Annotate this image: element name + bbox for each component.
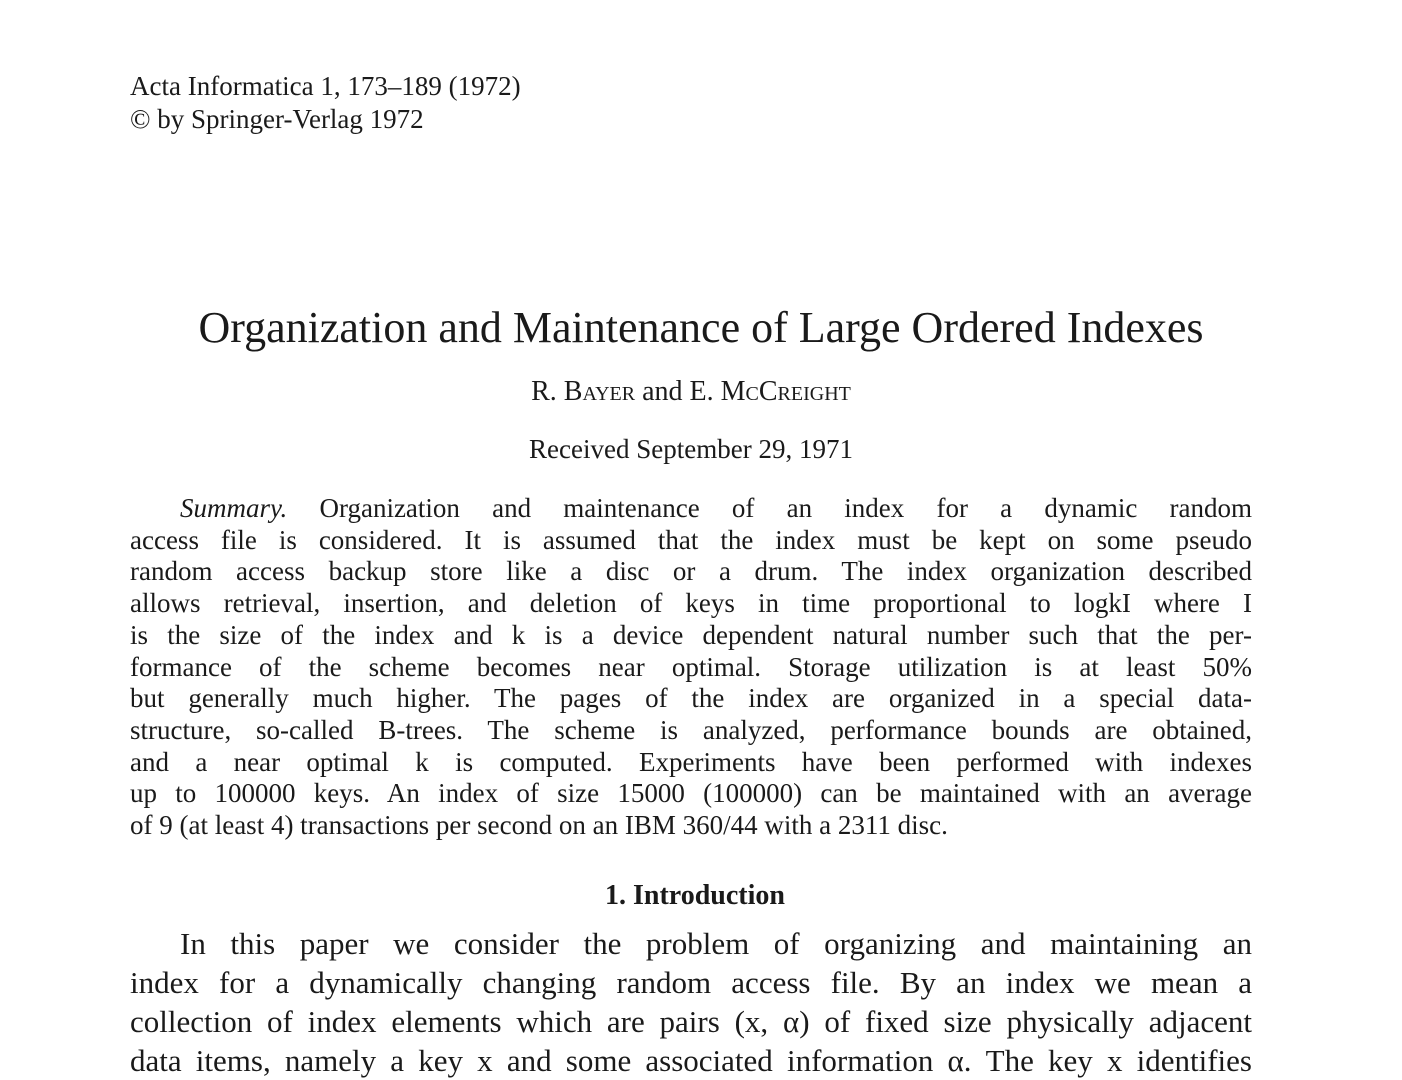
introduction-body: In this paper we consider the problem of… (130, 924, 1252, 1080)
intro-line: data items, namely a key x and some asso… (130, 1043, 1252, 1078)
journal-header: Acta Informatica 1, 173–189 (1972) © by … (130, 70, 521, 136)
author-conjunction: and (642, 376, 683, 407)
summary-text: Organization and maintenance of an index… (319, 493, 1252, 523)
summary-line: structure, so-called B-trees. The scheme… (130, 714, 1252, 745)
journal-citation: Acta Informatica 1, 173–189 (1972) (130, 71, 521, 101)
summary-line: is the size of the index and k is a devi… (130, 619, 1252, 650)
author-line: R. Bayer and E. McCreight (0, 374, 1382, 410)
summary-line: Summary. Organization and maintenance of… (130, 493, 1252, 525)
summary-line: access file is considered. It is assumed… (130, 524, 1252, 555)
author-mccreight: E. McCreight (689, 376, 851, 407)
paper-title: Organization and Maintenance of Large Or… (198, 303, 1204, 352)
summary-line: but generally much higher. The pages of … (130, 683, 1252, 714)
author-bayer: R. Bayer (531, 376, 636, 407)
received-date: Received September 29, 1971 (529, 434, 853, 464)
intro-line: In this paper we consider the problem of… (180, 926, 1252, 961)
intro-line: index for a dynamically changing random … (130, 965, 1252, 1000)
section-heading-introduction: 1. Introduction (605, 880, 785, 911)
summary-label: Summary. (180, 493, 288, 523)
copyright-line: © by Springer-Verlag 1972 (130, 104, 424, 134)
summary-line: and a near optimal k is computed. Experi… (130, 746, 1252, 777)
intro-line: collection of index elements which are p… (130, 1004, 1252, 1039)
summary-line: of 9 (at least 4) transactions per secon… (130, 810, 948, 841)
summary-line: allows retrieval, insertion, and deletio… (130, 588, 1252, 619)
summary-line: random access backup store like a disc o… (130, 556, 1252, 587)
summary-line: up to 100000 keys. An index of size 1500… (130, 778, 1252, 809)
summary-line: formance of the scheme becomes near opti… (130, 651, 1252, 682)
summary-abstract: Summary. Organization and maintenance of… (130, 493, 1252, 842)
